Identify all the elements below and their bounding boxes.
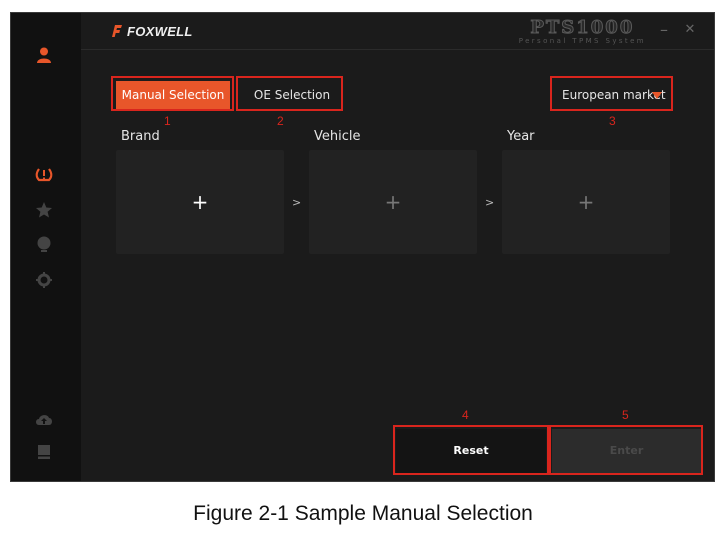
vehicle-label: Vehicle bbox=[314, 129, 361, 144]
callout-box-oe-selection bbox=[236, 76, 343, 111]
callout-box-market bbox=[550, 76, 673, 111]
year-label: Year bbox=[507, 129, 535, 144]
chevron-right-icon: > bbox=[292, 196, 302, 209]
close-button[interactable]: ✕ bbox=[680, 20, 700, 40]
plus-icon: + bbox=[191, 190, 209, 214]
year-select-box[interactable]: + bbox=[502, 150, 670, 254]
gear-icon[interactable] bbox=[35, 271, 53, 289]
sidebar bbox=[11, 13, 81, 481]
brand-select-box[interactable]: + bbox=[116, 150, 284, 254]
plus-icon: + bbox=[577, 190, 595, 214]
figure-caption: Figure 2-1 Sample Manual Selection bbox=[193, 502, 533, 525]
globe-icon[interactable] bbox=[35, 235, 53, 253]
star-icon[interactable] bbox=[35, 201, 53, 219]
book-icon[interactable] bbox=[35, 443, 53, 461]
minimize-button[interactable]: – bbox=[654, 20, 674, 40]
cloud-upload-icon[interactable] bbox=[35, 411, 53, 429]
callout-number-4: 4 bbox=[462, 408, 469, 422]
callout-number-2: 2 bbox=[277, 114, 284, 128]
product-name: PTS1000 bbox=[530, 17, 635, 38]
foxwell-logo-mark-icon bbox=[112, 25, 122, 37]
vehicle-select-box[interactable]: + bbox=[309, 150, 477, 254]
callout-box-enter bbox=[549, 425, 703, 475]
foxwell-logo: FOXWELL bbox=[111, 23, 193, 39]
chevron-right-icon: > bbox=[485, 196, 495, 209]
product-branding: PTS1000 Personal TPMS System bbox=[518, 17, 646, 45]
product-subtitle: Personal TPMS System bbox=[518, 37, 646, 45]
title-bar: FOXWELL PTS1000 Personal TPMS System – ✕ bbox=[81, 13, 714, 50]
plus-icon: + bbox=[384, 190, 402, 214]
callout-box-reset bbox=[393, 425, 549, 475]
callout-number-5: 5 bbox=[622, 408, 629, 422]
logo-text: FOXWELL bbox=[127, 23, 193, 39]
callout-number-1: 1 bbox=[164, 114, 171, 128]
brand-label: Brand bbox=[121, 129, 160, 144]
user-icon[interactable] bbox=[35, 46, 53, 64]
callout-number-3: 3 bbox=[609, 114, 616, 128]
tire-pressure-icon[interactable] bbox=[35, 165, 53, 183]
callout-box-manual-selection bbox=[111, 76, 234, 111]
